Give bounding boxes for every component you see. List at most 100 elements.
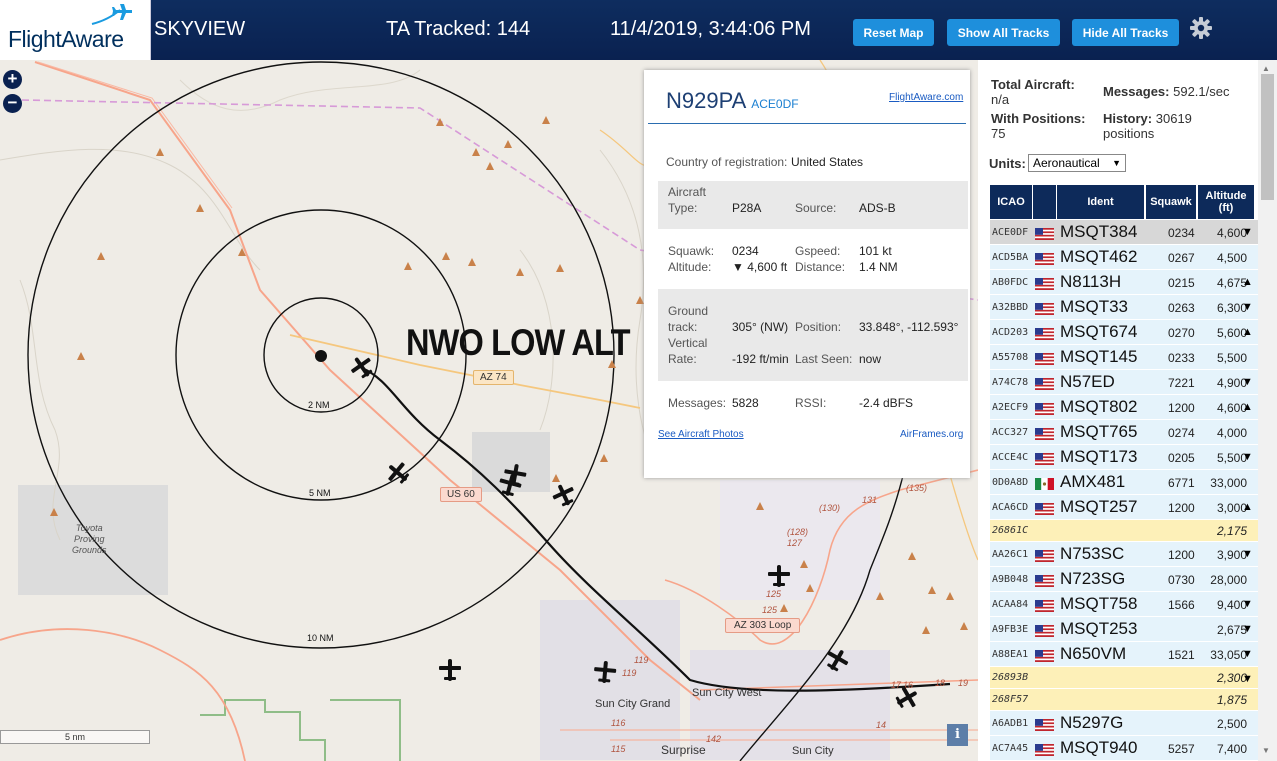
total-aircraft-value: n/a	[991, 92, 1010, 107]
route-number: 125	[762, 605, 778, 615]
aircraft-detail-popup: N929PA ACE0DF FlightAware.com Country of…	[644, 70, 970, 478]
popup-hex: ACE0DF	[751, 97, 799, 111]
units-select-value: Aeronautical	[1033, 156, 1100, 170]
squawk-cell: 1200	[1168, 501, 1195, 515]
icao-cell: ACE0DF	[992, 227, 1029, 238]
table-row[interactable]: ACD203 MSQT674 0270 5,600 ▲	[990, 320, 1258, 345]
icao-cell: 0D0A8D	[992, 477, 1029, 488]
table-row[interactable]: A6ADB1 N5297G 2,500	[990, 711, 1258, 736]
altitude-trend-icon: ▲	[1242, 276, 1253, 288]
table-row[interactable]: A55708 MSQT145 0233 5,500	[990, 345, 1258, 370]
column-header-flag[interactable]	[1033, 185, 1056, 219]
us-flag-icon	[1035, 252, 1054, 265]
altitude-cell: 2,300	[1216, 671, 1247, 685]
hide-all-tracks-button[interactable]: Hide All Tracks	[1072, 19, 1179, 46]
ident-cell: MSQT765	[1060, 422, 1138, 441]
sidebar-panel: Total Aircraft: n/a Messages: 592.1/sec …	[978, 60, 1277, 761]
table-row[interactable]: A9FB3E MSQT253 2,675 ▼	[990, 617, 1258, 642]
flightaware-link[interactable]: FlightAware.com	[889, 92, 963, 103]
us-flag-icon	[1035, 574, 1054, 587]
map-info-button[interactable]: i	[947, 724, 968, 746]
scroll-up-icon[interactable]: ▲	[1262, 64, 1270, 73]
reset-map-button[interactable]: Reset Map	[853, 19, 934, 46]
aircraft-icon[interactable]	[437, 657, 463, 683]
ident-cell: MSQT253	[1060, 619, 1138, 638]
table-row[interactable]: AA26C1 N753SC 1200 3,900 ▼	[990, 542, 1258, 567]
scroll-down-icon[interactable]: ▼	[1262, 746, 1270, 755]
zoom-out-button[interactable]: −	[3, 94, 22, 113]
aircraft-icon[interactable]	[592, 659, 618, 685]
receiver-site-icon	[315, 350, 327, 362]
aircraft-icon[interactable]	[551, 482, 577, 508]
aircraft-icon[interactable]	[894, 685, 920, 711]
table-row[interactable]: 26861C 2,175	[990, 520, 1258, 542]
column-header-altitude[interactable]: Altitude (ft)	[1198, 185, 1254, 219]
us-flag-icon	[1035, 649, 1054, 662]
us-flag-icon	[1035, 599, 1054, 612]
table-row[interactable]: 268F57 1,875	[990, 689, 1258, 711]
sidebar-scrollbar[interactable]: ▲ ▼	[1258, 60, 1277, 761]
ident-cell: MSQT802	[1060, 397, 1138, 416]
table-row[interactable]: ACA6CD MSQT257 1200 3,000 ▲	[990, 495, 1258, 520]
column-header-icao[interactable]: ICAO	[990, 185, 1032, 219]
table-row[interactable]: 26893B 2,300 ▼	[990, 667, 1258, 689]
squawk-cell: 1521	[1168, 648, 1195, 662]
column-header-squawk[interactable]: Squawk	[1146, 185, 1196, 219]
us-flag-icon	[1035, 549, 1054, 562]
route-number: 14	[876, 720, 887, 730]
us-flag-icon	[1035, 718, 1054, 731]
history-value: 30619	[1155, 111, 1192, 126]
aircraft-photos-link[interactable]: See Aircraft Photos	[658, 429, 744, 440]
table-row[interactable]: A74C78 N57ED 7221 4,900 ▼	[990, 370, 1258, 395]
table-row[interactable]: AC7A45 MSQT940 5257 7,400	[990, 736, 1258, 761]
settings-gear-icon[interactable]	[1189, 16, 1213, 40]
proving-grounds-label: Toyota Proving Grounds	[72, 523, 107, 556]
icao-cell: AA26C1	[992, 549, 1029, 560]
history-label: History:	[1103, 111, 1153, 126]
aircraft-selected-icon[interactable]	[349, 354, 375, 380]
units-select[interactable]: Aeronautical ▼	[1028, 154, 1126, 172]
clock: 11/4/2019, 3:44:06 PM	[610, 18, 811, 40]
table-row[interactable]: A32BBD MSQT33 0263 6,300 ▼	[990, 295, 1258, 320]
table-row[interactable]: ACAA84 MSQT758 1566 9,400 ▼	[990, 592, 1258, 617]
airframes-link[interactable]: AirFrames.org	[900, 429, 963, 440]
track-label: Ground	[668, 304, 709, 318]
table-row[interactable]: A2ECF9 MSQT802 1200 4,600 ▲	[990, 395, 1258, 420]
road-us60	[37, 61, 233, 209]
park-boundary	[200, 699, 401, 761]
table-row[interactable]: 0D0A8D AMX481 6771 33,000	[990, 470, 1258, 495]
table-row[interactable]: ACC327 MSQT765 0274 4,000	[990, 420, 1258, 445]
altitude-cell: 4,000	[1216, 426, 1247, 440]
rssi-label: RSSI:	[795, 396, 827, 410]
lastseen-label: Last Seen:	[795, 352, 853, 366]
altitude-trend-icon: ▼	[1242, 598, 1253, 610]
popup-section-track	[658, 289, 968, 381]
altitude-cell: 4,600	[1216, 401, 1247, 415]
squawk-label: Squawk:	[668, 244, 715, 258]
icao-cell: 268F57	[992, 694, 1029, 705]
squawk-cell: 1200	[1168, 548, 1195, 562]
distance-value: 1.4 NM	[859, 260, 898, 274]
flightaware-logo[interactable]: FlightAware	[0, 0, 151, 60]
altitude-cell: 6,300	[1216, 301, 1247, 315]
gspeed-label: Gspeed:	[795, 244, 841, 258]
altitude-cell: 5,500	[1216, 351, 1247, 365]
aircraft-icon[interactable]	[766, 563, 792, 589]
table-row[interactable]: ACD5BA MSQT462 0267 4,500	[990, 245, 1258, 270]
table-row[interactable]: A88EA1 N650VM 1521 33,050 ▼	[990, 642, 1258, 667]
icao-cell: A32BBD	[992, 302, 1029, 313]
table-row[interactable]: ACE0DF MSQT384 0234 4,600 ▼	[990, 220, 1258, 245]
altitude-trend-icon: ▼	[1242, 648, 1253, 660]
aircraft-icon[interactable]	[497, 472, 523, 498]
place-label: Sun City	[792, 745, 834, 757]
table-row[interactable]: A9B048 N723SG 0730 28,000	[990, 567, 1258, 592]
table-row[interactable]: AB0FDC N8113H 0215 4,675 ▲	[990, 270, 1258, 295]
aircraft-icon[interactable]	[385, 460, 411, 486]
zoom-in-button[interactable]: +	[3, 70, 22, 89]
ident-cell: N8113H	[1060, 272, 1122, 291]
show-all-tracks-button[interactable]: Show All Tracks	[947, 19, 1060, 46]
scrollbar-thumb[interactable]	[1261, 74, 1274, 200]
column-header-ident[interactable]: Ident	[1057, 185, 1144, 219]
aircraft-icon[interactable]	[824, 647, 850, 673]
table-row[interactable]: ACCE4C MSQT173 0205 5,500 ▼	[990, 445, 1258, 470]
